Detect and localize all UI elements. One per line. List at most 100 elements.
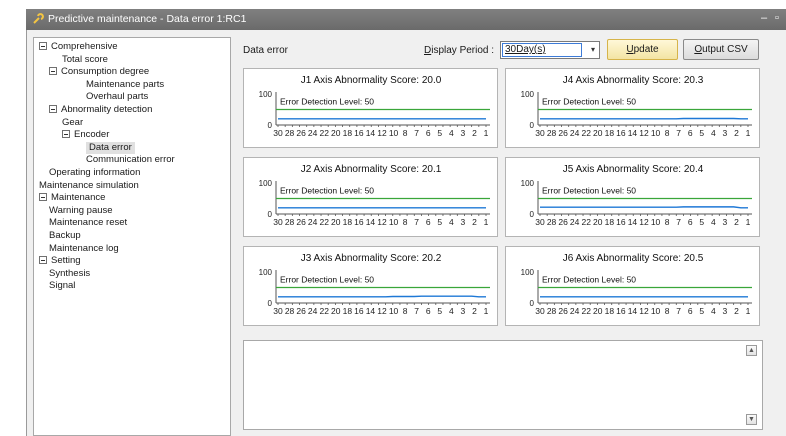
tree-item[interactable]: Maintenance simulation <box>39 180 139 192</box>
x-tick-label: 22 <box>581 217 591 227</box>
y-tick-label: 0 <box>530 121 535 130</box>
x-tick-label: 4 <box>449 128 454 138</box>
chart-j3: J3 Axis Abnormality Score: 20.2 100 0 Error… <box>243 246 498 326</box>
x-tick-label: 2 <box>472 128 477 138</box>
x-tick-label: 10 <box>651 128 661 138</box>
x-tick-label: 28 <box>547 306 557 316</box>
chart-title: J6 Axis Abnormality Score: 20.5 <box>563 253 704 264</box>
x-tick-label: 4 <box>711 128 716 138</box>
x-tick-label: 30 <box>273 128 283 138</box>
tree-item-label: Data error <box>89 141 132 153</box>
x-tick-label: 26 <box>296 217 306 227</box>
chevron-down-icon[interactable]: ▾ <box>591 45 595 54</box>
tree-item[interactable]: Comprehensive <box>39 41 118 53</box>
collapse-icon[interactable] <box>62 130 70 139</box>
title-bar: Predictive maintenance - Data error 1:RC… <box>26 9 786 30</box>
tree-item[interactable]: Synthesis <box>49 268 90 280</box>
update-label: pdate <box>633 44 659 55</box>
x-tick-label: 1 <box>746 306 751 316</box>
tree-item[interactable]: Warning pause <box>49 205 113 217</box>
x-tick-label: 20 <box>593 128 603 138</box>
x-tick-label: 6 <box>426 306 431 316</box>
x-tick-label: 3 <box>723 306 728 316</box>
x-tick-label: 28 <box>285 128 295 138</box>
x-tick-label: 26 <box>296 128 306 138</box>
threshold-label: Error Detection Level: 50 <box>280 97 374 107</box>
x-tick-label: 3 <box>461 217 466 227</box>
tree-item[interactable]: Maintenance <box>39 192 105 204</box>
x-tick-label: 20 <box>331 217 341 227</box>
tree-item[interactable]: Abnormality detection <box>49 104 152 116</box>
restore-button[interactable]: ▫ <box>775 12 779 25</box>
output-csv-label: utput CSV <box>702 44 748 55</box>
x-tick-label: 20 <box>331 306 341 316</box>
tree-item[interactable]: Total score <box>62 54 108 66</box>
x-tick-label: 7 <box>676 128 681 138</box>
x-tick-label: 16 <box>354 128 364 138</box>
x-tick-label: 14 <box>366 306 376 316</box>
tree-item[interactable]: Communication error <box>86 154 175 166</box>
x-tick-label: 6 <box>426 128 431 138</box>
x-tick-label: 30 <box>535 128 545 138</box>
output-csv-button[interactable]: Output CSV <box>683 39 759 60</box>
threshold-label: Error Detection Level: 50 <box>542 186 636 196</box>
tree-item[interactable]: Signal <box>49 280 75 292</box>
minimize-button[interactable]: – <box>761 12 767 25</box>
tree-item[interactable]: Operating information <box>49 167 140 179</box>
x-tick-label: 22 <box>581 306 591 316</box>
chart-j2: J2 Axis Abnormality Score: 20.1 100 0 Error… <box>243 157 498 237</box>
collapse-icon[interactable] <box>39 193 47 202</box>
x-tick-label: 24 <box>308 128 318 138</box>
x-tick-label: 6 <box>688 128 693 138</box>
chart-title: J2 Axis Abnormality Score: 20.1 <box>301 164 442 175</box>
x-tick-label: 8 <box>665 128 670 138</box>
x-tick-label: 2 <box>472 217 477 227</box>
x-tick-label: 10 <box>651 306 661 316</box>
log-textbox[interactable]: ▲ ▼ <box>243 340 763 430</box>
x-tick-label: 3 <box>723 128 728 138</box>
x-tick-label: 5 <box>699 128 704 138</box>
score-line <box>540 206 748 209</box>
tree-item[interactable]: Consumption degree <box>49 66 149 78</box>
tree-item[interactable]: Overhaul parts <box>86 91 148 103</box>
collapse-icon[interactable] <box>49 67 57 76</box>
tree-item-label: Warning pause <box>49 204 113 216</box>
tree-item[interactable]: Backup <box>49 230 81 242</box>
tree-item-label: Consumption degree <box>61 66 150 78</box>
x-tick-label: 30 <box>535 306 545 316</box>
tree-item[interactable]: Gear <box>62 117 83 129</box>
collapse-icon[interactable] <box>39 42 47 50</box>
y-tick-label: 100 <box>259 90 273 99</box>
x-tick-label: 3 <box>461 306 466 316</box>
tree-item[interactable]: Encoder <box>62 129 109 141</box>
tree-item[interactable]: Maintenance log <box>49 243 119 255</box>
tree-item-label: Gear <box>62 116 84 128</box>
x-tick-label: 8 <box>665 217 670 227</box>
update-button[interactable]: Update <box>607 39 678 60</box>
x-tick-label: 24 <box>308 217 318 227</box>
x-tick-label: 22 <box>319 306 329 316</box>
x-tick-label: 3 <box>461 128 466 138</box>
x-tick-label: 18 <box>605 128 615 138</box>
tree-item[interactable]: Maintenance parts <box>86 79 164 91</box>
x-tick-label: 20 <box>593 306 603 316</box>
scroll-down-icon[interactable]: ▼ <box>746 414 757 425</box>
tree-item-label: Total score <box>62 53 108 65</box>
y-tick-label: 0 <box>268 210 273 219</box>
tree-item-label: Maintenance parts <box>86 78 165 90</box>
tree-item[interactable]: Data error <box>86 141 135 154</box>
tree-item[interactable]: Maintenance reset <box>49 217 127 229</box>
x-tick-label: 14 <box>366 217 376 227</box>
threshold-label: Error Detection Level: 50 <box>542 275 636 285</box>
navigation-tree[interactable]: Comprehensive Total score Consumption degr… <box>33 37 231 436</box>
x-tick-label: 14 <box>628 306 638 316</box>
display-period-select[interactable]: 30Day(s) ▾ <box>500 41 600 59</box>
x-tick-label: 5 <box>437 306 442 316</box>
x-tick-label: 10 <box>389 128 399 138</box>
tree-item[interactable]: Setting <box>39 255 81 267</box>
scroll-up-icon[interactable]: ▲ <box>746 345 757 356</box>
y-tick-label: 100 <box>259 179 273 188</box>
collapse-icon[interactable] <box>49 105 57 113</box>
x-tick-label: 24 <box>570 217 580 227</box>
collapse-icon[interactable] <box>39 256 47 265</box>
